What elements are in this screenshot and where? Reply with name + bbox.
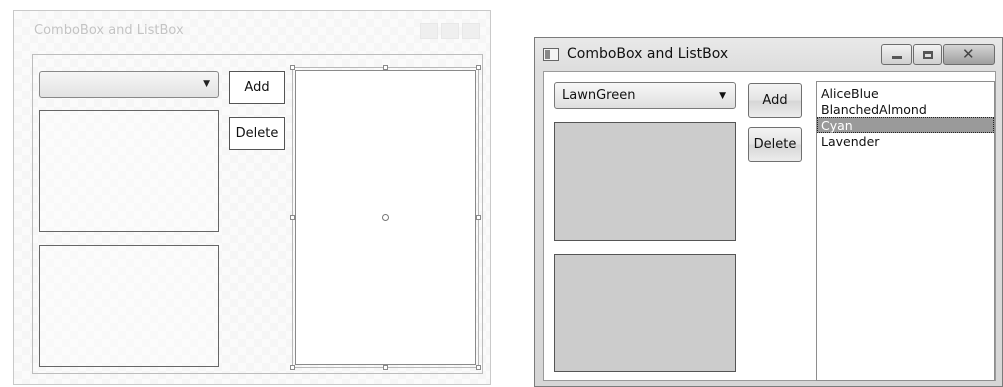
designer-delete-button[interactable]: Delete: [229, 117, 285, 150]
resize-handle-bottom-right[interactable]: [476, 365, 481, 370]
designer-rectangle-top: [39, 110, 219, 232]
minimize-icon: [892, 56, 902, 59]
resize-handle-left[interactable]: [290, 215, 295, 220]
designer-close-placeholder: [462, 23, 480, 39]
designer-maximize-placeholder: [441, 23, 459, 39]
designer-minimize-placeholder: [420, 23, 438, 39]
color-combobox[interactable]: LawnGreen ▼: [554, 82, 736, 109]
chevron-down-icon: ▼: [719, 91, 726, 101]
designer-window-title: ComboBox and ListBox: [34, 23, 184, 38]
delete-button[interactable]: Delete: [748, 127, 802, 162]
list-item[interactable]: Lavender: [817, 133, 994, 149]
resize-handle-bottom[interactable]: [383, 365, 388, 370]
close-icon: ✕: [962, 45, 975, 63]
close-button[interactable]: ✕: [943, 44, 995, 65]
color-rectangle-bottom: [554, 254, 736, 372]
designer-add-button[interactable]: Add: [229, 71, 285, 104]
maximize-button[interactable]: [913, 44, 942, 65]
color-combobox-value: LawnGreen: [562, 88, 636, 103]
list-item-selected[interactable]: Cyan: [817, 117, 994, 133]
minimize-button[interactable]: [881, 44, 912, 65]
resize-handle-top-right[interactable]: [476, 65, 481, 70]
designer-caption-buttons: [420, 23, 480, 39]
designer-window: ComboBox and ListBox ▼ Add Delete: [13, 10, 491, 385]
designer-combobox[interactable]: ▼: [39, 71, 219, 98]
designer-rectangle-bottom: [39, 245, 219, 367]
resize-handle-top-left[interactable]: [290, 65, 295, 70]
list-item[interactable]: AliceBlue: [817, 85, 994, 101]
center-anchor-icon[interactable]: [382, 214, 389, 221]
color-listbox[interactable]: AliceBlue BlanchedAlmond Cyan Lavender: [816, 81, 995, 381]
window-app-icon: [543, 48, 559, 61]
add-button[interactable]: Add: [748, 83, 802, 118]
window-title: ComboBox and ListBox: [567, 46, 729, 62]
chevron-down-icon: ▼: [203, 79, 210, 89]
designer-client-area: ▼ Add Delete: [32, 54, 483, 374]
window-client-area: LawnGreen ▼ Add Delete AliceBlue Blanche…: [543, 71, 996, 381]
resize-handle-top[interactable]: [383, 65, 388, 70]
resize-handle-right[interactable]: [476, 215, 481, 220]
maximize-icon: [923, 51, 933, 59]
color-rectangle-top: [554, 122, 736, 241]
app-window: ComboBox and ListBox ✕ LawnGreen ▼ Add D…: [534, 37, 1003, 387]
list-item[interactable]: BlanchedAlmond: [817, 101, 994, 117]
resize-handle-bottom-left[interactable]: [290, 365, 295, 370]
